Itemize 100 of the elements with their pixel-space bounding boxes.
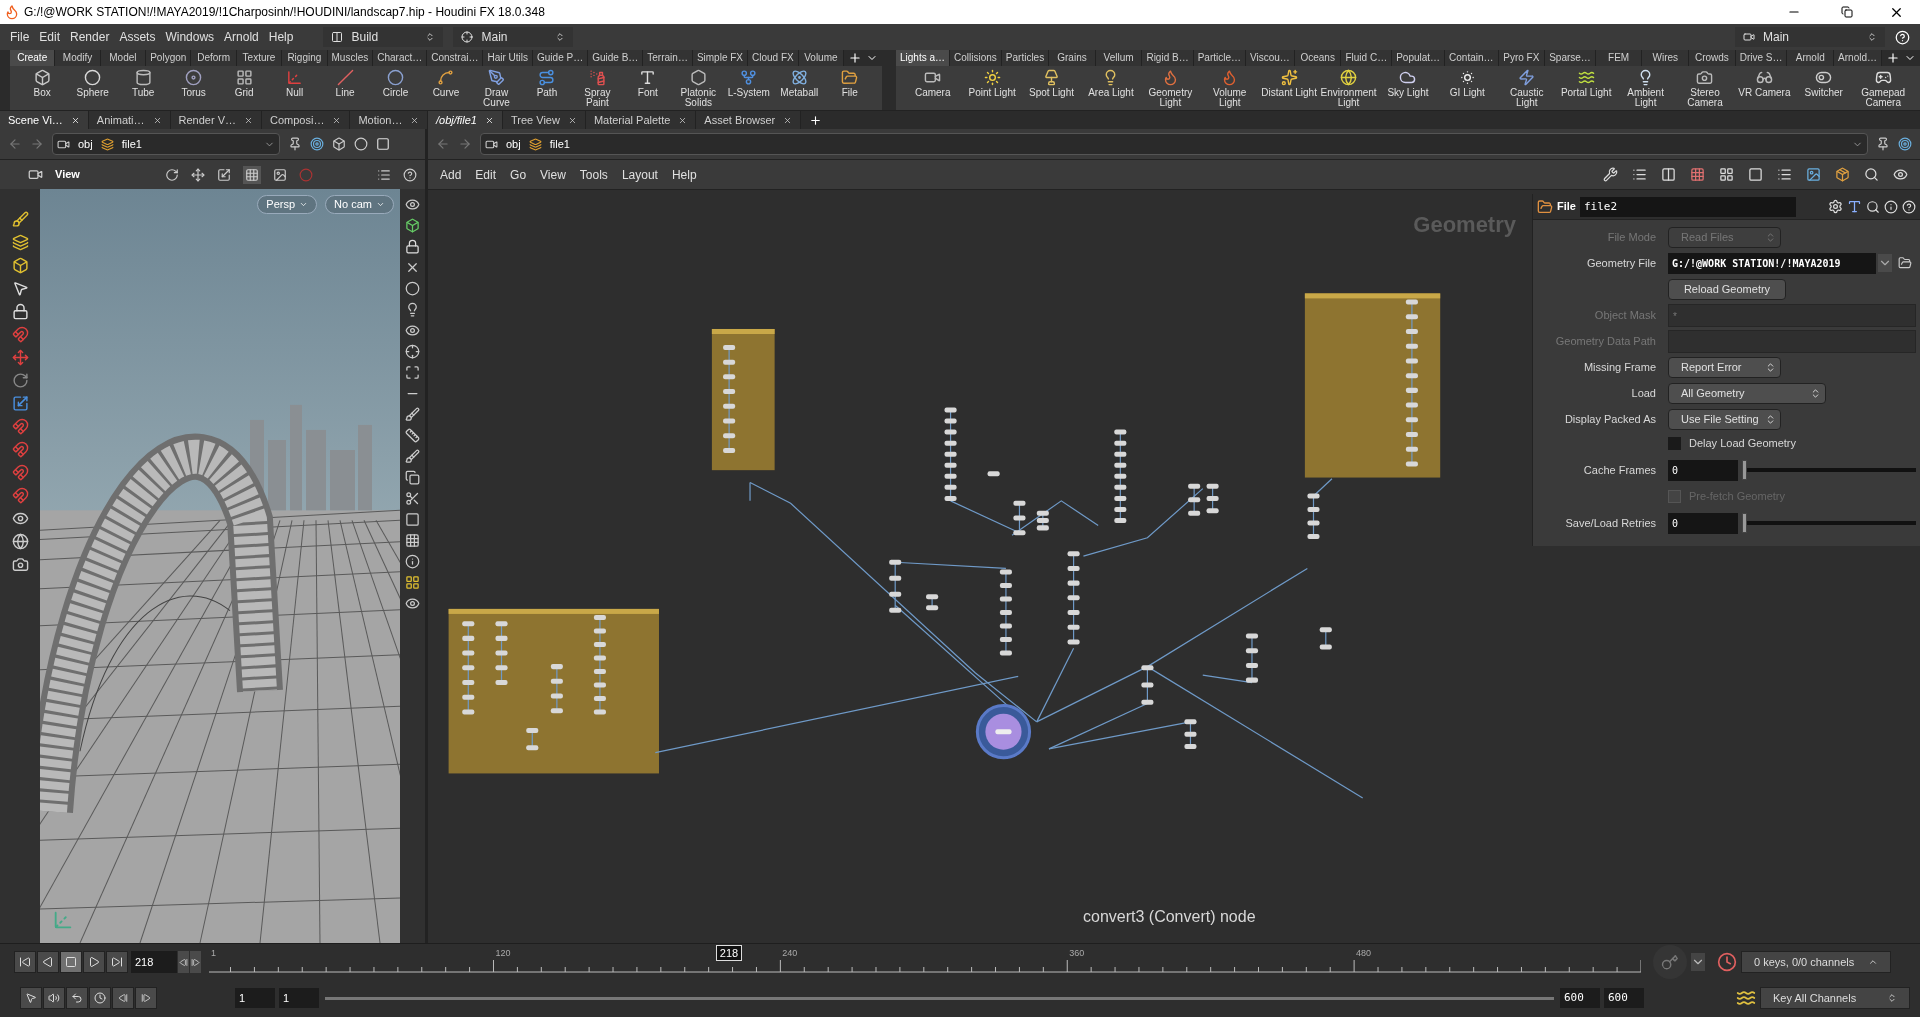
shelf-tool[interactable]: Circle	[371, 69, 420, 98]
shelf-tool[interactable]: Sky Light	[1379, 69, 1437, 98]
eye-icon[interactable]	[1893, 167, 1908, 182]
frame-icon[interactable]	[405, 365, 420, 380]
shelf-tool[interactable]: Grid	[219, 69, 269, 98]
shelf-tab[interactable]: Drive S…	[1735, 50, 1788, 66]
eye-icon[interactable]	[405, 596, 420, 611]
shelf-tool[interactable]: Box	[18, 69, 67, 98]
desktop-selector[interactable]: Main	[453, 27, 574, 47]
lock-icon[interactable]	[11, 303, 29, 320]
number-field[interactable]: 0	[1668, 459, 1738, 481]
shelf-tool[interactable]: Gamepad Camera	[1854, 69, 1912, 108]
shelf-tab[interactable]: Guide B…	[588, 50, 644, 66]
next-key-button[interactable]	[135, 987, 157, 1009]
pin-icon[interactable]	[1876, 137, 1890, 151]
camera-icon[interactable]	[11, 556, 29, 573]
slider-handle[interactable]	[1742, 513, 1747, 533]
cube-icon[interactable]	[405, 218, 420, 233]
dropdown-menu[interactable]: All Geometry	[1668, 382, 1826, 404]
shelf-tool[interactable]: Point Light	[963, 69, 1021, 98]
menu-item[interactable]: Assets	[119, 28, 156, 46]
pane-tab[interactable]: Animati…	[88, 111, 171, 129]
image-icon[interactable]	[1806, 167, 1821, 182]
pane-tab[interactable]: Composi…	[262, 111, 351, 129]
jump-start-button[interactable]	[14, 951, 36, 973]
node-name-field[interactable]: file2	[1579, 196, 1796, 217]
shelf-tab[interactable]: Viscou…	[1246, 50, 1295, 66]
search-icon[interactable]	[1866, 199, 1880, 214]
play-reverse-button[interactable]	[37, 951, 59, 973]
start-frame-field[interactable]: 1	[279, 988, 319, 1008]
shelf-tool[interactable]: VR Camera	[1735, 69, 1794, 98]
menu-item[interactable]: Windows	[165, 28, 215, 46]
shelf-tab[interactable]: Contain…	[1445, 50, 1499, 66]
shelf-tool[interactable]: Volume Light	[1201, 69, 1259, 108]
reload-geometry-button[interactable]: Reload Geometry	[1668, 278, 1786, 300]
shelf-tab[interactable]: Guide P…	[533, 50, 589, 66]
menu-item[interactable]: Go	[510, 165, 527, 184]
shelf-tool[interactable]: Stereo Camera	[1676, 69, 1734, 108]
shelf-tab[interactable]: Volume	[798, 50, 845, 66]
folder-icon[interactable]	[1537, 198, 1553, 215]
pane-tab[interactable]: /obj/file1	[428, 111, 503, 129]
layers-icon[interactable]	[11, 234, 29, 251]
shelf-tool[interactable]: Portal Light	[1557, 69, 1615, 98]
menu-item[interactable]: Add	[440, 165, 462, 184]
shelf-tab[interactable]: Lights a…	[896, 50, 951, 66]
dropdown-menu[interactable]: Use File Setting	[1668, 408, 1781, 430]
path-field[interactable]: obj file1	[480, 133, 1868, 155]
shelf-tool[interactable]: Curve	[421, 69, 471, 98]
shelf-tab[interactable]: Crowds	[1689, 50, 1736, 66]
keys-dropdown[interactable]: 0 keys, 0/0 channels	[1741, 951, 1891, 973]
magnet-icon[interactable]	[11, 487, 29, 504]
pointer-icon[interactable]	[11, 280, 29, 297]
copy-icon[interactable]	[405, 470, 420, 485]
eye-icon[interactable]	[11, 510, 29, 527]
menu-item[interactable]: Arnold	[224, 28, 259, 46]
shelf-tab[interactable]: Polygon	[146, 50, 192, 66]
shelf-tool[interactable]: File	[825, 69, 874, 98]
pane-tab[interactable]: Motion…	[350, 111, 429, 129]
eye-icon[interactable]	[405, 323, 420, 338]
shelf-tool[interactable]: Spot Light	[1022, 69, 1081, 98]
caret-icon[interactable]	[1691, 953, 1705, 971]
shelf-tab[interactable]: Fluid C…	[1341, 50, 1393, 66]
brush-icon[interactable]	[405, 407, 420, 422]
add-tab-icon[interactable]	[809, 114, 823, 127]
camera-menu[interactable]: Persp	[257, 195, 318, 214]
shelf-tool[interactable]: Font	[623, 69, 673, 98]
shelf-tab[interactable]: Terrain…	[643, 50, 693, 66]
forward-icon[interactable]	[30, 137, 44, 151]
paint-icon[interactable]	[11, 211, 29, 228]
pane-tab[interactable]: Tree View	[503, 111, 586, 129]
dropdown-menu[interactable]: Report Error	[1668, 356, 1781, 378]
camera-menu[interactable]: No cam	[325, 195, 394, 214]
forward-icon[interactable]	[458, 137, 472, 151]
shelf-tab[interactable]: Wires	[1642, 50, 1690, 66]
menu-item[interactable]: Tools	[579, 165, 608, 184]
caret-icon[interactable]	[1878, 254, 1892, 272]
key-mode-dropdown[interactable]: Key All Channels	[1760, 987, 1910, 1009]
shelf-tool[interactable]: Torus	[169, 69, 218, 98]
shelf-tool[interactable]: Null	[270, 69, 319, 98]
cube-icon[interactable]	[332, 137, 346, 151]
pointer-button[interactable]	[20, 987, 42, 1009]
add-icon[interactable]	[1886, 51, 1900, 65]
shelf-tab[interactable]: Collisions	[950, 50, 1002, 66]
sphere-icon[interactable]	[354, 137, 368, 151]
file-path-field[interactable]: G:/!@WORK STATION!/!MAYA2019	[1668, 252, 1876, 274]
shelf-tool[interactable]: Platonic Solids	[674, 69, 723, 108]
magnet-icon[interactable]	[11, 441, 29, 458]
file-chooser-icon[interactable]	[1898, 256, 1912, 270]
jump-end-button[interactable]	[106, 951, 128, 973]
shelf-tab[interactable]: Grains	[1049, 50, 1096, 66]
shelf-tab[interactable]: Modify	[55, 50, 101, 66]
back-icon[interactable]	[8, 137, 22, 151]
menu-item[interactable]: Edit	[475, 165, 497, 184]
target-icon[interactable]	[1898, 137, 1912, 151]
shelf-tab[interactable]: Sparse…	[1545, 50, 1596, 66]
notes-icon[interactable]	[1777, 167, 1792, 182]
move-icon[interactable]	[11, 349, 29, 366]
node-network-drawing[interactable]	[448, 293, 1441, 799]
package-icon[interactable]	[1835, 167, 1850, 182]
close-icon[interactable]	[405, 260, 420, 275]
